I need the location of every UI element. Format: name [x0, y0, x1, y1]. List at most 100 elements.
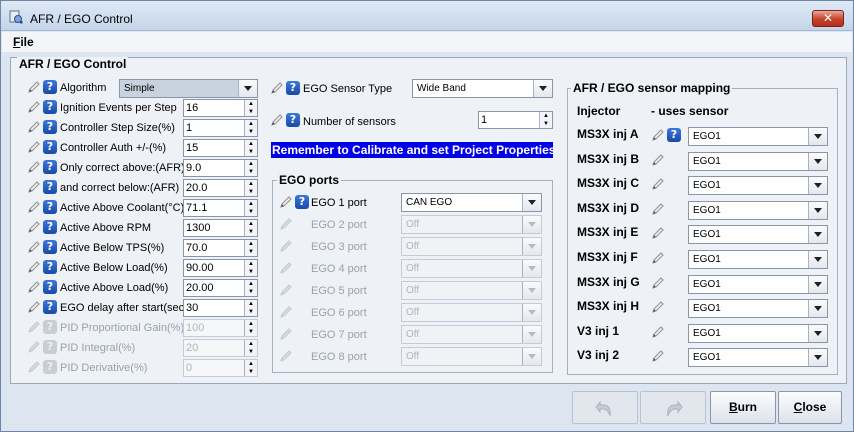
edit-icon[interactable]: [27, 220, 41, 234]
edit-icon[interactable]: [270, 113, 284, 127]
injector-sensor-select[interactable]: EGO1: [688, 176, 828, 196]
edit-icon: [280, 350, 292, 362]
help-icon[interactable]: ?: [43, 100, 57, 114]
edit-icon[interactable]: [27, 100, 41, 114]
edit-icon[interactable]: [651, 325, 665, 339]
help-icon[interactable]: ?: [43, 120, 57, 134]
edit-icon: [280, 218, 292, 230]
help-icon[interactable]: ?: [43, 200, 57, 214]
panel-title: AFR / EGO Control: [17, 57, 129, 71]
help-icon[interactable]: ?: [286, 113, 300, 127]
edit-icon[interactable]: [651, 276, 665, 290]
edit-icon[interactable]: [270, 81, 284, 95]
redo-icon: [667, 400, 683, 417]
edit-icon: [28, 341, 40, 353]
help-icon[interactable]: ?: [43, 140, 57, 154]
setting-spinner[interactable]: 30 ▲ ▼: [183, 299, 258, 317]
ego-ports-group: EGO ports ? EGO 1 port CAN EGO EGO 2 port Of…: [272, 173, 553, 373]
edit-icon[interactable]: [651, 251, 665, 265]
edit-icon[interactable]: [27, 120, 41, 134]
edit-icon[interactable]: [27, 160, 41, 174]
ego-port-select: Off: [401, 237, 542, 256]
close-button[interactable]: Close: [778, 391, 842, 424]
setting-label: Ignition Events per Step: [60, 102, 177, 114]
setting-spinner[interactable]: 16 ▲ ▼: [183, 99, 258, 117]
help-icon[interactable]: ?: [43, 280, 57, 294]
ego-ports-title: EGO ports: [277, 173, 342, 187]
setting-spinner[interactable]: 20.0 ▲ ▼: [183, 179, 258, 197]
menu-file[interactable]: File: [13, 35, 34, 49]
algorithm-select[interactable]: Simple: [119, 79, 258, 98]
injector-sensor-select[interactable]: EGO1: [688, 274, 828, 294]
setting-spinner[interactable]: 1300 ▲ ▼: [183, 219, 258, 237]
edit-icon[interactable]: [27, 300, 41, 314]
ego-port-select: Off: [401, 215, 542, 234]
injector-sensor-select[interactable]: EGO1: [688, 200, 828, 220]
injector-sensor-select[interactable]: EGO1: [688, 348, 828, 368]
sensor-mapping-group: AFR / EGO sensor mapping Injector - uses…: [567, 81, 838, 375]
setting-spinner[interactable]: 90.00 ▲ ▼: [183, 259, 258, 277]
edit-icon[interactable]: [651, 153, 665, 167]
edit-icon[interactable]: [27, 180, 41, 194]
help-icon: ?: [43, 320, 57, 334]
help-icon[interactable]: ?: [286, 81, 300, 95]
edit-icon[interactable]: [27, 200, 41, 214]
injector-sensor-select[interactable]: EGO1: [688, 323, 828, 343]
ego-port-select[interactable]: CAN EGO: [401, 193, 542, 212]
edit-icon: [280, 328, 292, 340]
sensor-type-select[interactable]: Wide Band: [412, 79, 553, 98]
edit-icon[interactable]: [27, 80, 41, 94]
help-icon[interactable]: ?: [667, 128, 681, 142]
injector-label: V3 inj 2: [577, 348, 620, 363]
num-sensors-spinner[interactable]: 1 ▲ ▼: [478, 111, 553, 129]
title-bar[interactable]: AFR / EGO Control ✕: [1, 1, 853, 31]
edit-icon[interactable]: [651, 202, 665, 216]
edit-icon[interactable]: [27, 140, 41, 154]
menu-bar: File: [2, 32, 852, 52]
help-icon[interactable]: ?: [295, 195, 309, 209]
injector-sensor-select[interactable]: EGO1: [688, 151, 828, 171]
sensor-type-label: EGO Sensor Type: [303, 83, 393, 95]
burn-button[interactable]: Burn: [710, 391, 776, 424]
injector-sensor-select[interactable]: EGO1: [688, 127, 828, 146]
edit-icon[interactable]: [27, 280, 41, 294]
help-icon[interactable]: ?: [43, 80, 57, 94]
injector-label: MS3X inj B: [577, 151, 640, 166]
help-icon[interactable]: ?: [43, 160, 57, 174]
edit-icon[interactable]: [651, 177, 665, 191]
undo-icon: [595, 400, 611, 417]
setting-spinner[interactable]: 71.1 ▲ ▼: [183, 199, 258, 217]
edit-icon[interactable]: [651, 128, 665, 142]
setting-label: PID Proportional Gain(%): [60, 322, 185, 334]
edit-icon[interactable]: [27, 260, 41, 274]
setting-spinner[interactable]: 9.0 ▲ ▼: [183, 159, 258, 177]
help-icon[interactable]: ?: [43, 300, 57, 314]
redo-button[interactable]: [640, 391, 706, 424]
help-icon[interactable]: ?: [43, 220, 57, 234]
setting-spinner[interactable]: 1 ▲ ▼: [183, 119, 258, 137]
setting-label: Only correct above:(AFR): [60, 162, 185, 174]
close-window-button[interactable]: ✕: [812, 10, 844, 27]
edit-icon[interactable]: [651, 300, 665, 314]
setting-label: Active Below Load(%): [60, 262, 168, 274]
help-icon[interactable]: ?: [43, 240, 57, 254]
injector-sensor-select[interactable]: EGO1: [688, 250, 828, 269]
edit-icon[interactable]: [651, 349, 665, 363]
setting-spinner[interactable]: 70.0 ▲ ▼: [183, 239, 258, 257]
injector-sensor-select[interactable]: EGO1: [688, 299, 828, 319]
setting-label: PID Integral(%): [60, 342, 136, 354]
edit-icon: [28, 361, 40, 373]
injector-sensor-select[interactable]: EGO1: [688, 225, 828, 245]
edit-icon[interactable]: [27, 240, 41, 254]
help-icon[interactable]: ?: [43, 260, 57, 274]
setting-label: EGO delay after start(sec): [60, 302, 188, 314]
setting-spinner[interactable]: 15 ▲ ▼: [183, 139, 258, 157]
num-sensors-label: Number of sensors: [303, 116, 396, 128]
help-icon[interactable]: ?: [43, 180, 57, 194]
setting-spinner: 20 ▲ ▼: [183, 339, 258, 357]
setting-spinner[interactable]: 20.00 ▲ ▼: [183, 279, 258, 297]
setting-label: Active Below TPS(%): [60, 242, 165, 254]
undo-button[interactable]: [572, 391, 638, 424]
edit-icon[interactable]: [279, 195, 293, 209]
edit-icon[interactable]: [651, 226, 665, 240]
